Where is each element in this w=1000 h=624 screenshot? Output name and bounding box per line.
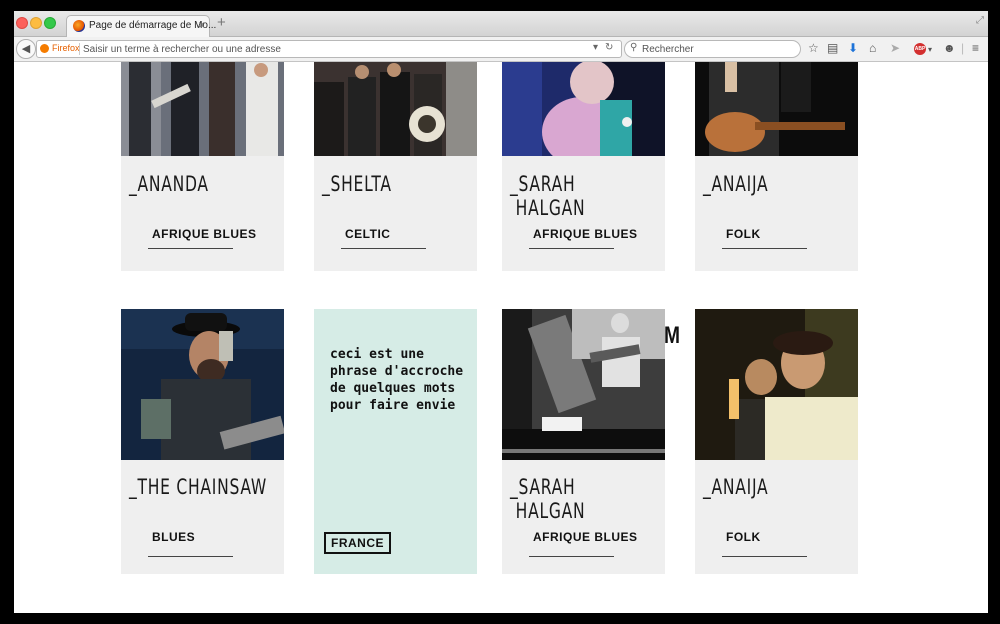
genre-tag[interactable]: AFRIQUE BLUES bbox=[152, 227, 257, 241]
artist-card-shelta[interactable]: _SHELTA CELTIC bbox=[314, 62, 477, 271]
artist-card-sarah-halgan-2[interactable]: _SARAH HALGAN AFRIQUE BLUES bbox=[502, 309, 665, 574]
genre-tag[interactable]: BLUES bbox=[152, 530, 195, 544]
artist-photo bbox=[121, 62, 284, 156]
artist-name: _THE CHAINSAW bbox=[129, 475, 268, 499]
reading-list-icon[interactable]: ▤ bbox=[827, 41, 838, 55]
artist-name: _SARAH HALGAN bbox=[510, 475, 586, 523]
promo-card[interactable]: ceci est une phrase d'accroche de quelqu… bbox=[314, 309, 477, 574]
page-content: _ANANDA AFRIQUE BLUES _SHELTA CELTIC _SA… bbox=[14, 62, 988, 613]
artist-name: _SHELTA bbox=[322, 172, 392, 196]
url-input[interactable] bbox=[83, 42, 583, 56]
genre-tag[interactable]: AFRIQUE BLUES bbox=[533, 530, 638, 544]
overlapping-glyph: M bbox=[664, 322, 680, 349]
navigation-toolbar: ◀ Firefox ▾ ↻ ⚲ ☆ ▤ ⬇ ⌂ ➤ ABP ▾ ☻ | ≡ bbox=[14, 37, 988, 62]
adblock-icon[interactable]: ABP bbox=[914, 43, 926, 55]
adblock-dropdown-icon[interactable]: ▾ bbox=[928, 43, 932, 57]
toolbar-divider: | bbox=[961, 41, 965, 55]
genre-underline bbox=[341, 248, 426, 249]
back-button[interactable]: ◀ bbox=[16, 39, 36, 59]
browser-window: Page de démarrage de Mo... × + ⤢ ◀ Firef… bbox=[14, 11, 988, 613]
downloads-icon[interactable]: ⬇ bbox=[848, 41, 858, 55]
artist-photo bbox=[314, 62, 477, 156]
genre-underline bbox=[148, 248, 233, 249]
fullscreen-icon[interactable]: ⤢ bbox=[976, 15, 984, 26]
genre-underline bbox=[722, 248, 807, 249]
menu-icon[interactable]: ≡ bbox=[972, 41, 979, 55]
search-bar[interactable]: ⚲ bbox=[624, 40, 801, 58]
browser-tab[interactable]: Page de démarrage de Mo... × bbox=[66, 15, 216, 38]
artist-name: _ANAIJA bbox=[703, 475, 769, 499]
artist-card-anaija-2[interactable]: _ANAIJA FOLK bbox=[695, 309, 858, 574]
window-close-button[interactable] bbox=[16, 17, 28, 29]
window-maximize-button[interactable] bbox=[44, 17, 56, 29]
genre-underline bbox=[529, 556, 614, 557]
window-minimize-button[interactable] bbox=[30, 17, 42, 29]
genre-underline bbox=[148, 556, 233, 557]
artist-name: _ANAIJA bbox=[703, 172, 769, 196]
home-icon[interactable]: ⌂ bbox=[869, 41, 876, 55]
artist-photo bbox=[695, 62, 858, 156]
artist-card-the-chainsaw[interactable]: _THE CHAINSAW BLUES bbox=[121, 309, 284, 574]
tab-close-icon[interactable]: × bbox=[198, 18, 205, 32]
dropdown-icon[interactable]: ▾ bbox=[593, 42, 598, 53]
site-identity-icon[interactable] bbox=[40, 44, 49, 53]
tab-bar: Page de démarrage de Mo... × + ⤢ bbox=[14, 11, 988, 38]
artist-name: _ANANDA bbox=[129, 172, 209, 196]
genre-tag[interactable]: FOLK bbox=[726, 227, 761, 241]
search-input[interactable] bbox=[642, 42, 792, 56]
country-badge[interactable]: FRANCE bbox=[324, 532, 391, 554]
artist-card-ananda[interactable]: _ANANDA AFRIQUE BLUES bbox=[121, 62, 284, 271]
artist-photo bbox=[502, 62, 665, 156]
artist-photo bbox=[502, 309, 665, 460]
genre-underline bbox=[529, 248, 614, 249]
artist-photo bbox=[695, 309, 858, 460]
search-icon: ⚲ bbox=[630, 42, 638, 53]
reload-icon[interactable]: ↻ bbox=[605, 42, 613, 53]
bookmark-star-icon[interactable]: ☆ bbox=[808, 41, 819, 55]
artist-photo bbox=[121, 309, 284, 460]
url-bar[interactable]: Firefox ▾ ↻ bbox=[36, 40, 622, 58]
firefox-icon bbox=[73, 20, 85, 32]
genre-underline bbox=[722, 556, 807, 557]
genre-tag[interactable]: CELTIC bbox=[345, 227, 390, 241]
url-divider bbox=[79, 43, 80, 55]
artist-name: _SARAH HALGAN bbox=[510, 172, 586, 220]
genre-tag[interactable]: AFRIQUE BLUES bbox=[533, 227, 638, 241]
share-icon[interactable]: ➤ bbox=[890, 41, 900, 55]
new-tab-button[interactable]: + bbox=[217, 14, 226, 31]
chat-icon[interactable]: ☻ bbox=[943, 41, 956, 55]
artist-card-sarah-halgan[interactable]: _SARAH HALGAN AFRIQUE BLUES bbox=[502, 62, 665, 271]
genre-tag[interactable]: FOLK bbox=[726, 530, 761, 544]
url-brand-label: Firefox bbox=[52, 43, 80, 53]
artist-card-anaija[interactable]: _ANAIJA FOLK bbox=[695, 62, 858, 271]
promo-tagline: ceci est une phrase d'accroche de quelqu… bbox=[330, 347, 464, 413]
